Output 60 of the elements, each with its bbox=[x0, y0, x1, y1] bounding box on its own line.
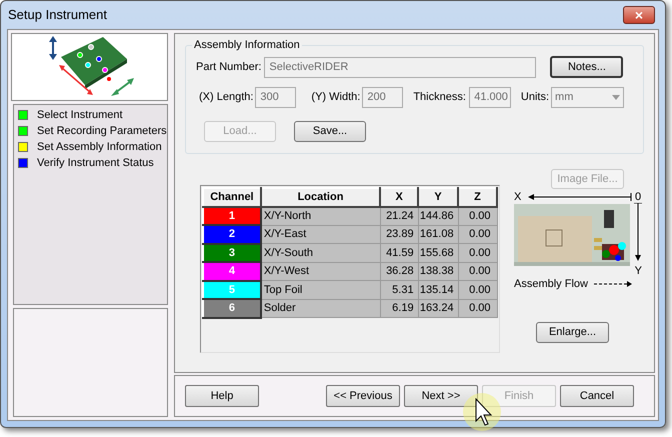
table-cell: 41.59 bbox=[380, 244, 418, 262]
table-cell: 0.00 bbox=[458, 262, 497, 280]
y-axis-arrow-icon bbox=[633, 203, 643, 261]
dialog-button[interactable]: Help bbox=[185, 385, 259, 407]
field-label: (X) Length: bbox=[199, 90, 254, 106]
part-number-field[interactable]: SelectiveRIDER bbox=[264, 56, 536, 78]
step-label: Set Assembly Information bbox=[37, 140, 162, 155]
step-label: Verify Instrument Status bbox=[37, 156, 154, 171]
axis-label: 0 bbox=[635, 190, 642, 205]
window-title: Setup Instrument bbox=[8, 6, 108, 24]
group-title: Assembly Information bbox=[192, 37, 302, 54]
flow-arrow-icon bbox=[594, 281, 632, 288]
field-label: (Y) Width: bbox=[311, 90, 360, 106]
channel-cell: 6 bbox=[203, 299, 261, 318]
table-cell: 36.28 bbox=[380, 262, 418, 280]
column-header[interactable]: Y bbox=[418, 188, 458, 206]
mouse-cursor-icon bbox=[475, 398, 495, 428]
table-cell: 0.00 bbox=[458, 299, 497, 318]
table-cell: 163.24 bbox=[418, 299, 458, 318]
column-header[interactable]: Location bbox=[260, 188, 380, 206]
table-cell: 6.19 bbox=[380, 299, 418, 318]
units-dropdown[interactable]: mm bbox=[551, 87, 624, 108]
thickness-field[interactable]: 41.000 bbox=[468, 87, 511, 108]
table-cell: 0.00 bbox=[458, 280, 497, 299]
dialog-button[interactable]: << Previous bbox=[326, 385, 400, 407]
step-label: Set Recording Parameters bbox=[37, 124, 167, 139]
table-cell: X/Y-West bbox=[260, 262, 380, 280]
column-header[interactable]: Z bbox=[458, 188, 497, 206]
table-cell: X/Y-East bbox=[260, 225, 380, 244]
table-cell: 0.00 bbox=[458, 244, 497, 262]
save-button[interactable]: Save... bbox=[294, 121, 366, 142]
dialog-button[interactable]: Next >> bbox=[404, 385, 478, 407]
dialog-button[interactable]: Cancel bbox=[560, 385, 634, 407]
table-cell: 161.08 bbox=[418, 225, 458, 244]
table-cell: 23.89 bbox=[380, 225, 418, 244]
table-cell: Solder bbox=[260, 299, 380, 318]
channel-cell: 2 bbox=[203, 225, 261, 244]
field-label: Thickness: bbox=[413, 90, 466, 106]
table-cell: 155.68 bbox=[418, 244, 458, 262]
field-label: Part Number: bbox=[196, 60, 262, 75]
flow-label: Assembly Flow bbox=[514, 277, 588, 292]
table-cell: Top Foil bbox=[260, 280, 380, 299]
table-cell: 5.31 bbox=[380, 280, 418, 299]
length-field[interactable]: 300 bbox=[255, 87, 296, 108]
column-header[interactable]: Channel bbox=[203, 188, 261, 206]
dropdown-arrow-icon bbox=[612, 95, 620, 100]
table-cell: X/Y-South bbox=[260, 244, 380, 262]
column-header[interactable]: X bbox=[380, 188, 418, 206]
table-cell: 135.14 bbox=[418, 280, 458, 299]
field-label: Units: bbox=[520, 90, 550, 106]
x-axis-arrow-icon bbox=[528, 193, 632, 201]
width-field[interactable]: 200 bbox=[362, 87, 404, 108]
enlarge-button[interactable]: Enlarge... bbox=[536, 322, 609, 343]
table-cell: 138.38 bbox=[418, 262, 458, 280]
table-cell: 0.00 bbox=[458, 225, 497, 244]
axis-label: X bbox=[514, 190, 522, 205]
channel-cell: 4 bbox=[203, 262, 261, 280]
step-label: Select Instrument bbox=[37, 108, 123, 123]
notes-button[interactable]: Notes... bbox=[550, 56, 624, 78]
axis-label: Y bbox=[634, 266, 642, 276]
